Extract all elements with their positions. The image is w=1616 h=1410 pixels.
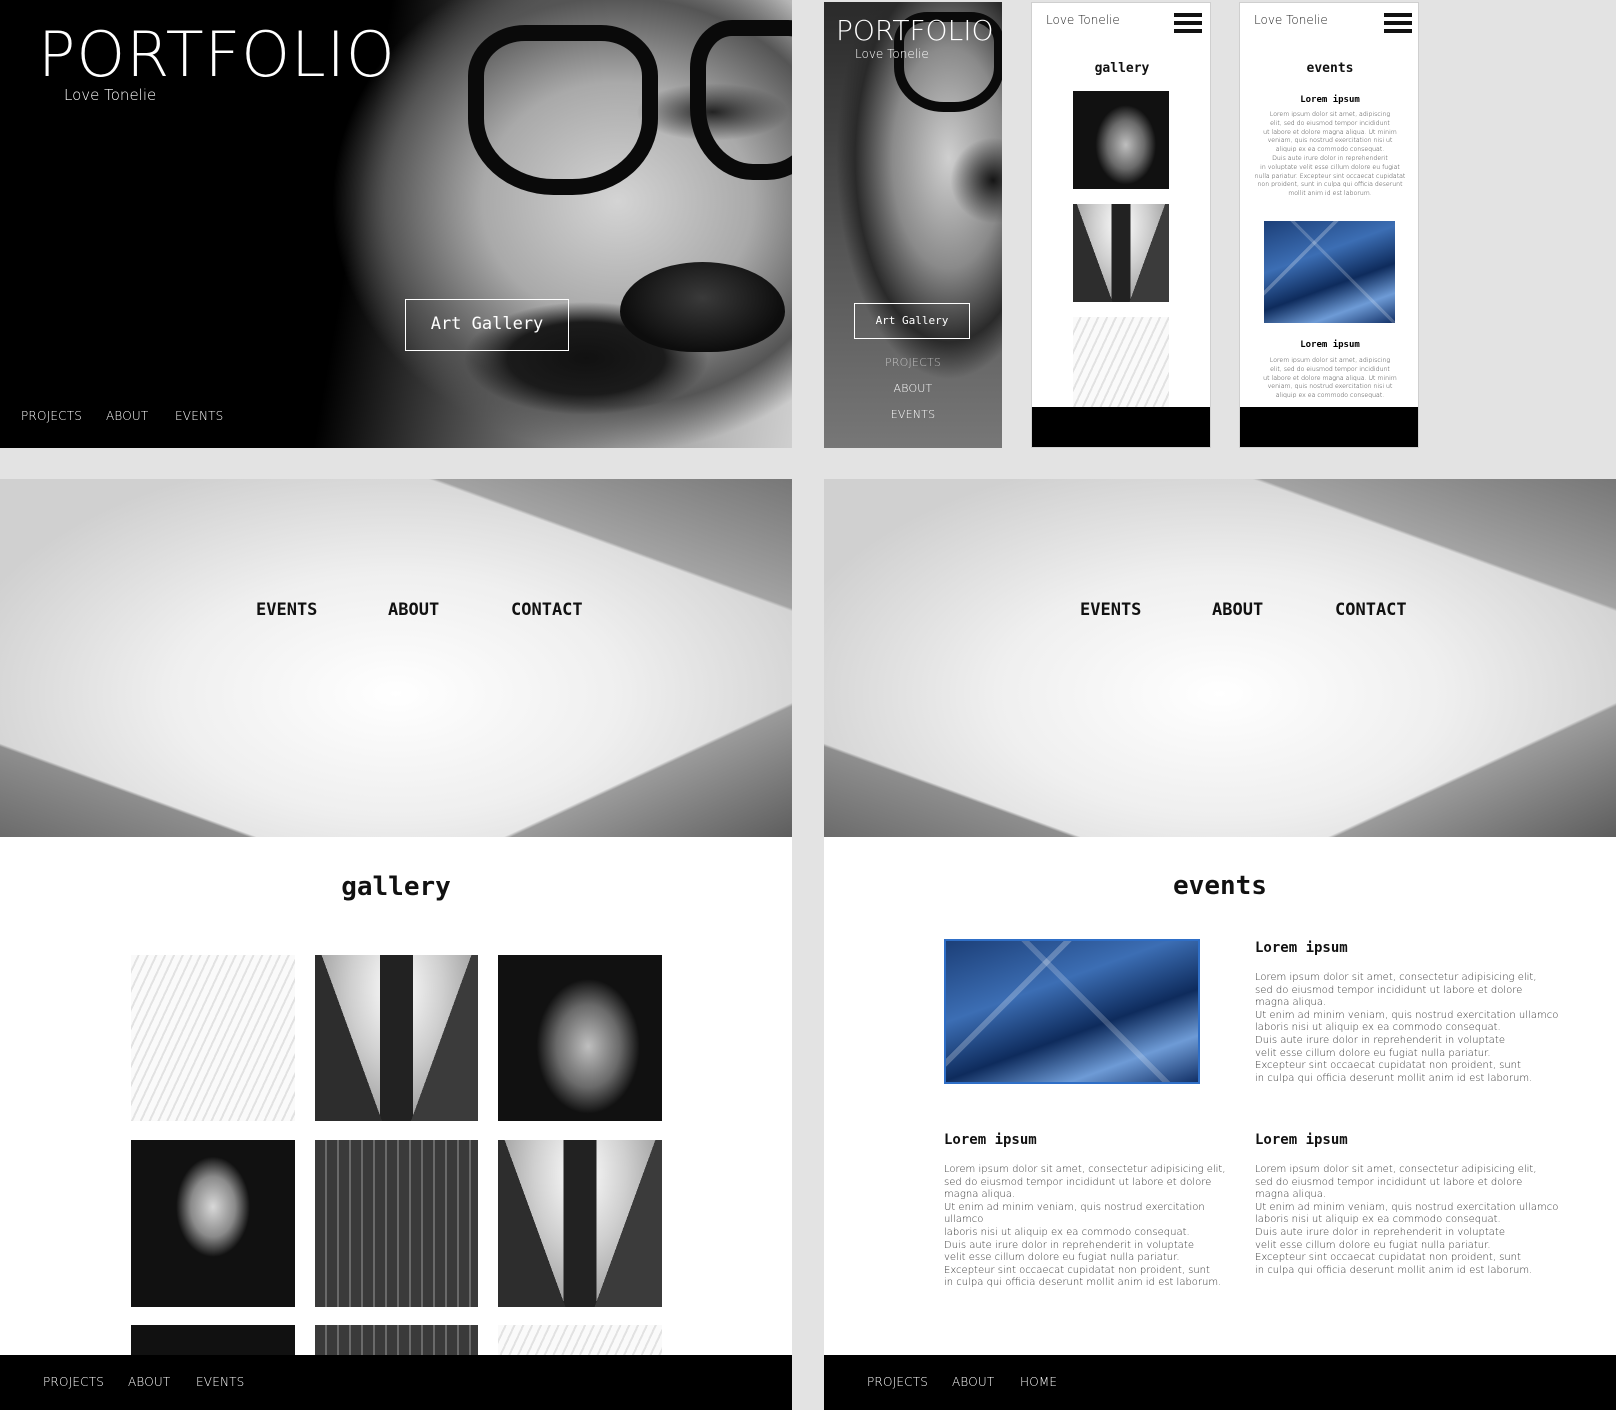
events-title: events [1173,871,1267,901]
header-nav-about[interactable]: ABOUT [388,600,439,620]
mobile-event-heading-1: Lorem ipsum [1300,95,1360,105]
header-nav-contact[interactable]: CONTACT [1335,600,1407,620]
footer-nav-home[interactable]: HOME [1020,1375,1057,1389]
gallery-tile-towers[interactable] [315,955,478,1121]
mobile-event-image[interactable] [1264,221,1395,323]
gallery-tile-city-up[interactable] [498,1140,662,1307]
header-nav-events[interactable]: EVENTS [256,600,317,620]
glasses-frame-left [468,25,658,195]
desktop-gallery-frame: EVENTS ABOUT CONTACT gallery PROJECTS AB… [0,479,792,1410]
mobile-footer-bar [1240,407,1418,447]
event-heading-2: Lorem ipsum [944,1132,1037,1148]
event-featured-image[interactable] [944,939,1200,1084]
footer-bar: PROJECTS ABOUT HOME [824,1355,1616,1410]
gallery-image-towers[interactable] [1073,204,1169,302]
mobile-nav-about[interactable]: ABOUT [824,382,1002,395]
mobile-event-body-2: Lorem ipsum dolor sit amet, adipiscing e… [1263,357,1397,400]
mobile-brand-title: PORTFOLIO [836,14,994,47]
event-body-1: Lorem ipsum dolor sit amet, consectetur … [1255,972,1559,1084]
mobile-nav-projects[interactable]: PROJECTS [824,356,1002,369]
event-body-3: Lorem ipsum dolor sit amet, consectetur … [1255,1164,1559,1276]
event-heading-3: Lorem ipsum [1255,1132,1348,1148]
gallery-title: gallery [341,872,451,902]
header-nav-events[interactable]: EVENTS [1080,600,1141,620]
footer-nav-events[interactable]: EVENTS [196,1375,245,1389]
brand-title: PORTFOLIO [38,18,396,91]
mobile-gallery-brand: Love Tonelie [1046,13,1120,27]
nav-projects[interactable]: PROJECTS [21,409,82,423]
desktop-events-frame: EVENTS ABOUT CONTACT events Lorem ipsum … [824,479,1616,1410]
lips-shape [620,262,785,352]
footer-nav-projects[interactable]: PROJECTS [867,1375,928,1389]
gallery-tile-white-lines[interactable] [131,955,295,1121]
mobile-home-frame: PORTFOLIO Love Tonelie Art Gallery PROJE… [824,2,1002,448]
art-gallery-button[interactable]: Art Gallery [405,299,569,351]
footer-nav-about[interactable]: ABOUT [128,1375,170,1389]
mobile-gallery-title: gallery [1094,61,1150,76]
mobile-footer-bar [1032,407,1210,447]
nav-about[interactable]: ABOUT [106,409,148,423]
mobile-art-gallery-button[interactable]: Art Gallery [854,303,970,339]
gallery-tile-woman-portrait[interactable] [131,1140,295,1307]
city-header-image [824,479,1616,837]
mobile-events-brand: Love Tonelie [1254,13,1328,27]
footer-bar: PROJECTS ABOUT EVENTS [0,1355,792,1410]
city-header-image [0,479,792,837]
glasses-frame-right [690,20,792,180]
mobile-nav-events[interactable]: EVENTS [824,408,1002,421]
event-body-2: Lorem ipsum dolor sit amet, consectetur … [944,1164,1226,1289]
footer-nav-projects[interactable]: PROJECTS [43,1375,104,1389]
mobile-events-frame: Love Tonelie events Lorem ipsum Lorem ip… [1239,2,1419,448]
brand-tagline: Love Tonelie [64,86,157,104]
hamburger-menu-icon[interactable] [1174,13,1202,37]
mobile-event-heading-2: Lorem ipsum [1300,340,1360,350]
gallery-image-white-lines[interactable] [1073,317,1169,415]
header-nav-about[interactable]: ABOUT [1212,600,1263,620]
gallery-tile-skyscrapers[interactable] [315,1140,478,1307]
mobile-events-title: events [1306,61,1354,76]
mobile-brand-tagline: Love Tonelie [855,47,929,61]
event-heading-1: Lorem ipsum [1255,940,1348,956]
nav-events[interactable]: EVENTS [175,409,224,423]
footer-nav-about[interactable]: ABOUT [952,1375,994,1389]
desktop-home-frame: PORTFOLIO Love Tonelie Art Gallery PROJE… [0,0,792,448]
gallery-tile-man-portrait[interactable] [498,955,662,1121]
gallery-image-portrait[interactable] [1073,91,1169,189]
header-nav-contact[interactable]: CONTACT [511,600,583,620]
mobile-gallery-frame: Love Tonelie gallery [1031,2,1211,448]
hamburger-menu-icon[interactable] [1384,13,1412,37]
mobile-event-body-1: Lorem ipsum dolor sit amet, adipiscing e… [1254,111,1406,198]
